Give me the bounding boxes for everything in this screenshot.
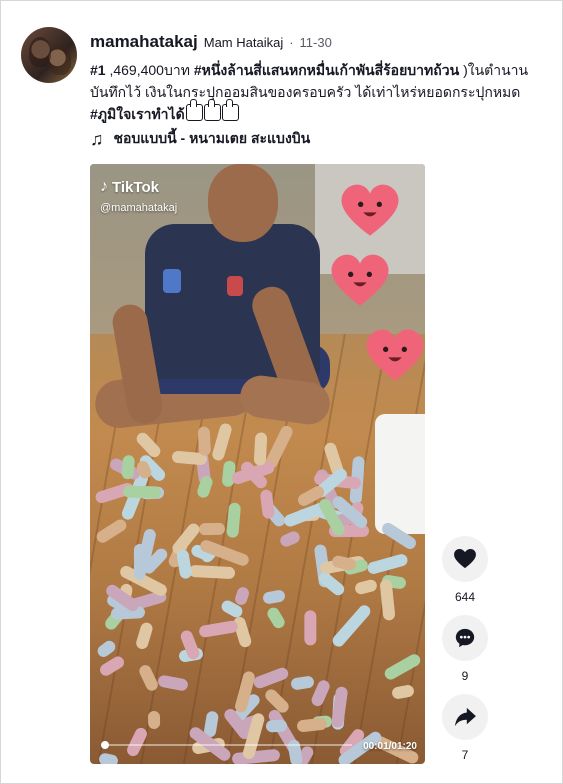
heart-icon — [360, 324, 425, 384]
video-progress-bar[interactable] — [100, 741, 352, 749]
username[interactable]: mamahatakaj — [90, 32, 198, 52]
comment-button[interactable] — [442, 615, 488, 661]
money-roll — [253, 432, 268, 467]
money-roll — [120, 453, 135, 480]
share-button[interactable] — [442, 694, 488, 740]
hashtag[interactable]: #หนึ่งล้านสี่แสนหกหมื่นเก้าพันสี่ร้อยบาท… — [194, 62, 459, 78]
post-date: 11-30 — [299, 35, 332, 50]
nickname: Mam Hataikaj — [203, 35, 284, 50]
avatar[interactable] — [21, 27, 77, 83]
tiktok-note-icon: ♪ — [100, 178, 108, 195]
money-roll — [188, 564, 235, 580]
caption-text: ,469,400บาท — [105, 62, 194, 78]
video-person — [163, 269, 181, 293]
thumbs-up-icon — [221, 99, 239, 121]
video-person — [208, 164, 278, 242]
music-note-icon: ♫ — [90, 128, 104, 149]
comment-count: 9 — [461, 669, 469, 683]
tiktok-logo: ♪ TikTok — [100, 178, 159, 196]
avatar-shape — [49, 45, 71, 75]
tiktok-logo-text: TikTok — [112, 178, 159, 196]
share-count: 7 — [461, 748, 469, 762]
video-object — [375, 414, 425, 534]
thumbs-up-icon — [203, 99, 221, 121]
money-roll — [304, 610, 317, 646]
video-progress-knob[interactable] — [100, 741, 109, 749]
post-header: mamahatakaj Mam Hataikaj · 11-30 — [90, 32, 332, 52]
like-count: 644 — [454, 590, 476, 604]
like-button[interactable] — [442, 536, 488, 582]
avatar-shape — [29, 37, 51, 67]
separator: · — [289, 35, 294, 50]
caption: #1 ,469,400บาท #หนึ่งล้านสี่แสนหกหมื่นเก… — [90, 59, 550, 125]
thumbs-up-icon — [185, 99, 203, 121]
money-roll — [198, 522, 225, 536]
share-icon — [455, 707, 476, 727]
music-link[interactable]: ♫ ชอบแบบนี้ - หนามเตย สะแบงบิน — [90, 128, 310, 150]
heart-icon — [325, 249, 395, 309]
money-roll — [148, 710, 161, 729]
music-title: ชอบแบบนี้ - หนามเตย สะแบงบิน — [113, 130, 311, 146]
video-watermark-user: @mamahatakaj — [100, 202, 178, 214]
heart-icon — [335, 179, 405, 239]
heart-stickers — [330, 179, 425, 409]
thumbs-up-icons — [185, 99, 239, 125]
hashtag[interactable]: #ภูมิใจเราทำได้ — [90, 106, 185, 122]
money-roll — [123, 485, 162, 499]
comment-icon — [455, 628, 475, 648]
money-roll — [225, 502, 241, 539]
money-roll — [265, 719, 287, 733]
video-time: 00:01/01:20 — [363, 741, 417, 752]
hashtag[interactable]: #1 — [90, 62, 106, 78]
money-roll — [197, 425, 211, 456]
video-player[interactable]: ♪ TikTok @mamahatakaj 00:01/01:20 — [90, 164, 425, 764]
video-person — [227, 276, 243, 296]
heart-icon — [454, 549, 476, 569]
